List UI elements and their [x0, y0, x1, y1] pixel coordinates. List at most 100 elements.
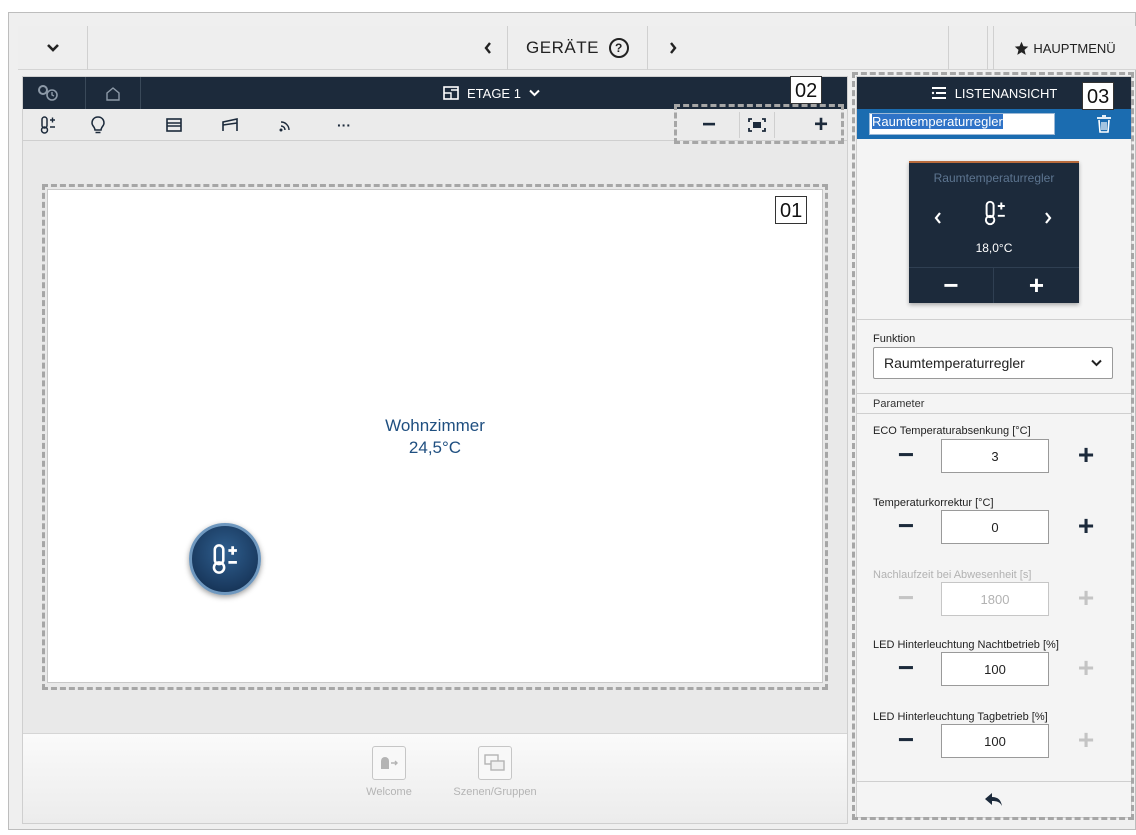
home-button[interactable]: [85, 77, 141, 109]
device-tile: Raumtemperaturregler 18,0°C − +: [909, 161, 1079, 303]
tile-plus-button[interactable]: +: [994, 267, 1079, 303]
parameter-section-label: Parameter: [873, 398, 925, 410]
device-name-field[interactable]: Raumtemperaturregler: [869, 113, 1055, 135]
param-value-field[interactable]: 100: [941, 652, 1049, 686]
blind-filter-button[interactable]: [163, 115, 185, 135]
doorbell-icon: [372, 746, 406, 780]
trash-icon: [1097, 115, 1111, 133]
wireless-icon: [279, 121, 290, 132]
zoom-out-icon: −: [701, 111, 716, 138]
floorplan-panel: ETAGE 1 ··· − + Wohnzimmer 24,5°C Welcom…: [22, 76, 848, 824]
list-icon: [931, 87, 946, 99]
param-increment-button[interactable]: +: [1071, 510, 1101, 541]
collapse-chevron-button[interactable]: [18, 26, 88, 70]
thermostat-icon: [212, 544, 237, 574]
callout-01: 01: [775, 196, 808, 224]
zoom-fit-button[interactable]: [739, 112, 775, 138]
delete-button[interactable]: [1093, 114, 1115, 134]
more-icon: ···: [337, 117, 351, 133]
scenes-groups-button[interactable]: Szenen/Gruppen: [445, 746, 545, 798]
param-label: LED Hinterleuchtung Tagbetrieb [%]: [873, 711, 1048, 723]
chevron-down-icon: [46, 44, 59, 52]
list-view-label: LISTENANSICHT: [954, 85, 1058, 101]
param-label: Temperaturkorrektur [°C]: [873, 497, 994, 509]
param-decrement-button[interactable]: −: [891, 724, 921, 755]
param-increment-button: +: [1077, 652, 1095, 683]
device-name-selected: Raumtemperaturregler: [872, 114, 1003, 129]
param-decrement-button: −: [897, 582, 915, 613]
star-icon: [1015, 41, 1029, 55]
back-button[interactable]: [857, 781, 1131, 817]
topbar-empty-slot: [948, 26, 988, 70]
device-filter-bar: ··· − +: [23, 109, 847, 141]
tile-title: Raumtemperaturregler: [933, 171, 1055, 185]
param-increment-button[interactable]: +: [1071, 439, 1101, 470]
more-button[interactable]: ···: [333, 115, 355, 135]
divider: [857, 393, 1131, 394]
welcome-button[interactable]: Welcome: [339, 746, 439, 798]
function-label: Funktion: [873, 333, 916, 345]
param-decrement-button[interactable]: −: [891, 510, 921, 541]
param-value-field[interactable]: 0: [941, 510, 1049, 544]
device-config-panel: LISTENANSICHT Raumtemperaturregler Raumt…: [856, 76, 1132, 818]
thermostat-icon: [981, 199, 1009, 232]
callout-02: 02: [790, 76, 823, 104]
param-decrement-button[interactable]: −: [891, 439, 921, 470]
tile-minus-button[interactable]: −: [909, 267, 994, 303]
thermostat-filter-button[interactable]: [37, 115, 59, 135]
room-temperature: 24,5°C: [408, 438, 462, 457]
settings-timer-icon[interactable]: [31, 82, 65, 104]
page-title-text: GERÄTE: [526, 38, 599, 57]
tile-prev-button[interactable]: [933, 209, 943, 230]
scenes-groups-label: Szenen/Gruppen: [453, 786, 537, 798]
scenes-icon: [478, 746, 512, 780]
main-menu-button[interactable]: HAUPTMENÜ: [993, 26, 1136, 70]
awning-icon: [222, 118, 238, 131]
prev-button[interactable]: [468, 26, 508, 70]
awning-filter-button[interactable]: [219, 115, 241, 135]
floorplan-icon: [443, 86, 459, 100]
floorplan-header: ETAGE 1: [23, 77, 847, 109]
floor-selector[interactable]: ETAGE 1: [443, 77, 540, 109]
floor-label: ETAGE 1: [467, 85, 521, 101]
chevron-down-icon: [529, 89, 540, 97]
param-label: ECO Temperaturabsenkung [°C]: [873, 425, 1031, 437]
param-value-field[interactable]: 3: [941, 439, 1049, 473]
top-bar: GERÄTE ? HAUPTMENÜ: [18, 26, 1136, 70]
floorplan-canvas[interactable]: Wohnzimmer 24,5°C: [47, 189, 823, 683]
tile-next-button[interactable]: [1043, 209, 1053, 230]
zoom-in-icon: +: [813, 111, 828, 138]
chevron-right-icon: [1045, 212, 1052, 224]
light-filter-button[interactable]: [87, 115, 109, 135]
thermostat-icon: [40, 116, 55, 134]
divider: [857, 413, 1131, 414]
minus-icon: −: [943, 270, 959, 300]
thermostat-device-button[interactable]: [189, 523, 261, 595]
bottom-bar: Welcome Szenen/Gruppen: [23, 733, 847, 823]
function-value: Raumtemperaturregler: [884, 355, 1025, 371]
prev-icon: [483, 42, 491, 54]
zoom-in-button[interactable]: +: [803, 111, 839, 138]
callout-03: 03: [1082, 82, 1115, 110]
page-title: GERÄTE ?: [508, 26, 648, 70]
help-icon[interactable]: ?: [608, 38, 629, 58]
plus-icon: +: [1028, 270, 1045, 300]
fit-icon: [748, 118, 766, 132]
zoom-out-button[interactable]: −: [691, 111, 727, 138]
function-select[interactable]: Raumtemperaturregler: [873, 347, 1113, 379]
main-menu-label: HAUPTMENÜ: [1033, 40, 1116, 56]
next-icon: [670, 42, 677, 54]
lightbulb-icon: [91, 116, 105, 134]
next-button[interactable]: [648, 26, 698, 70]
welcome-label: Welcome: [366, 786, 412, 798]
device-name-bar: Raumtemperaturregler: [857, 109, 1131, 139]
tile-temperature: 18,0°C: [975, 241, 1013, 255]
param-decrement-button[interactable]: −: [891, 652, 921, 683]
param-value-field[interactable]: 100: [941, 724, 1049, 758]
wireless-filter-button[interactable]: [275, 115, 297, 135]
chevron-down-icon: [1091, 359, 1102, 367]
param-value-field: 1800: [941, 582, 1049, 616]
back-arrow-icon: [985, 792, 1002, 806]
chevron-left-icon: [934, 212, 941, 224]
divider: [857, 319, 1131, 320]
